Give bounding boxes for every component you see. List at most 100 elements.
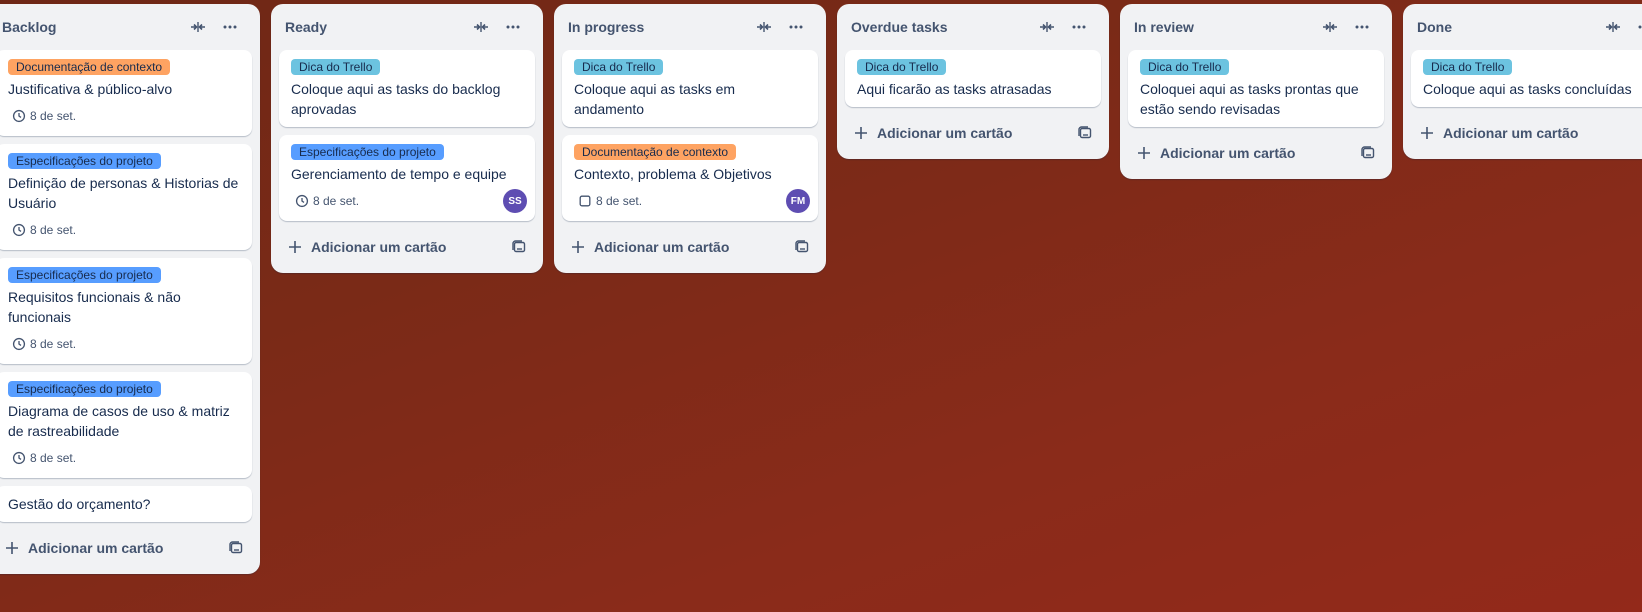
more-options-icon[interactable] — [780, 11, 812, 43]
card[interactable]: Especificações do projeto Requisitos fun… — [0, 258, 252, 364]
collapse-list-icon[interactable] — [465, 11, 497, 43]
card-label: Especificações do projeto — [8, 267, 161, 283]
due-date-badge[interactable]: 8 de set. — [574, 189, 806, 213]
card[interactable]: Especificações do projeto Diagrama de ca… — [0, 372, 252, 478]
plus-icon — [6, 542, 18, 554]
card-label: Dica do Trello — [291, 59, 381, 75]
plus-icon — [1421, 127, 1433, 139]
due-date: 8 de set. — [30, 223, 77, 237]
due-date: 8 de set. — [30, 337, 77, 351]
due-date: 8 de set. — [596, 194, 643, 208]
due-date: 8 de set. — [313, 194, 360, 208]
card-title: Requisitos funcionais & não funcionais — [8, 289, 181, 325]
card-label: Dica do Trello — [574, 59, 664, 75]
card-label: Dica do Trello — [857, 59, 947, 75]
card-title: Gerenciamento de tempo e equipe — [291, 166, 507, 182]
card-template-icon[interactable] — [794, 239, 810, 255]
clock-icon — [12, 109, 26, 123]
clock-icon — [295, 194, 309, 208]
due-date-badge[interactable]: 8 de set. — [8, 218, 240, 242]
card[interactable]: Dica do Trello Coloquei aqui as tasks pr… — [1128, 50, 1384, 127]
card-template-icon[interactable] — [1360, 145, 1376, 161]
add-card-button[interactable]: Adicionar um cartão — [1411, 115, 1642, 151]
card-title: Diagrama de casos de uso & matriz de ras… — [8, 403, 230, 439]
list-header[interactable]: Backlog — [0, 4, 252, 50]
plus-icon — [572, 241, 584, 253]
card-title: Coloque aqui as tasks em andamento — [574, 81, 736, 117]
card-label: Especificações do projeto — [8, 153, 161, 169]
card[interactable]: Especificações do projeto Definição de p… — [0, 144, 252, 250]
card[interactable]: Dica do Trello Coloque aqui as tasks do … — [279, 50, 535, 127]
card[interactable]: Especificações do projeto Gerenciamento … — [279, 135, 535, 221]
card-title: Aqui ficarão as tasks atrasadas — [857, 81, 1052, 97]
board: Backlog Documentação de contexto Justifi… — [0, 4, 1642, 574]
avatar[interactable]: FM — [786, 189, 810, 213]
list-ready: Ready Dica do Trello Coloque aqui as tas… — [271, 4, 543, 273]
checkbox-icon[interactable] — [578, 194, 592, 208]
list-header[interactable]: Done — [1411, 4, 1642, 50]
card-label: Documentação de contexto — [574, 144, 737, 160]
plus-icon — [1138, 147, 1150, 159]
list-title[interactable]: Backlog — [2, 19, 182, 35]
list-title[interactable]: In progress — [568, 19, 748, 35]
more-options-icon[interactable] — [497, 11, 529, 43]
card-title: Gestão do orçamento? — [8, 496, 151, 512]
card-template-icon[interactable] — [1077, 125, 1093, 141]
more-options-icon[interactable] — [214, 11, 246, 43]
card-template-icon[interactable] — [511, 239, 527, 255]
card-title: Coloque aqui as tasks do backlog aprovad… — [291, 81, 501, 117]
card-title: Justificativa & público-alvo — [8, 81, 173, 97]
card[interactable]: Documentação de contexto Contexto, probl… — [562, 135, 818, 221]
card[interactable]: Gestão do orçamento? — [0, 486, 252, 522]
due-date: 8 de set. — [30, 109, 77, 123]
card-label: Dica do Trello — [1423, 59, 1513, 75]
card[interactable]: Dica do Trello Coloque aqui as tasks con… — [1411, 50, 1642, 107]
add-card-label: Adicionar um cartão — [1443, 125, 1579, 141]
list-header[interactable]: Overdue tasks — [845, 4, 1101, 50]
card-title: Coloquei aqui as tasks prontas que estão… — [1140, 81, 1359, 117]
list-header[interactable]: In review — [1128, 4, 1384, 50]
add-card-label: Adicionar um cartão — [311, 239, 447, 255]
list-overdue-tasks: Overdue tasks Dica do Trello Aqui ficarã… — [837, 4, 1109, 159]
add-card-label: Adicionar um cartão — [1160, 145, 1296, 161]
list-done: Done Dica do Trello Coloque aqui as task… — [1403, 4, 1642, 159]
list-title[interactable]: Ready — [285, 19, 465, 35]
card-template-icon[interactable] — [228, 540, 244, 556]
card[interactable]: Dica do Trello Aqui ficarão as tasks atr… — [845, 50, 1101, 107]
add-card-button[interactable]: Adicionar um cartão — [845, 115, 1101, 151]
card[interactable]: Dica do Trello Coloque aqui as tasks em … — [562, 50, 818, 127]
card-label: Dica do Trello — [1140, 59, 1230, 75]
due-date-badge[interactable]: 8 de set. — [8, 446, 240, 470]
due-date-badge[interactable]: 8 de set. — [8, 104, 240, 128]
collapse-list-icon[interactable] — [1031, 11, 1063, 43]
more-options-icon[interactable] — [1629, 11, 1642, 43]
add-card-label: Adicionar um cartão — [594, 239, 730, 255]
more-options-icon[interactable] — [1063, 11, 1095, 43]
collapse-list-icon[interactable] — [1597, 11, 1629, 43]
list-header[interactable]: Ready — [279, 4, 535, 50]
clock-icon — [12, 451, 26, 465]
plus-icon — [289, 241, 301, 253]
avatar[interactable]: SS — [503, 189, 527, 213]
card[interactable]: Documentação de contexto Justificativa &… — [0, 50, 252, 136]
card-title: Coloque aqui as tasks concluídas — [1423, 81, 1632, 97]
more-options-icon[interactable] — [1346, 11, 1378, 43]
list-in-review: In review Dica do Trello Coloquei aqui a… — [1120, 4, 1392, 179]
plus-icon — [855, 127, 867, 139]
add-card-button[interactable]: Adicionar um cartão — [562, 229, 818, 265]
list-title[interactable]: Done — [1417, 19, 1597, 35]
collapse-list-icon[interactable] — [748, 11, 780, 43]
due-date-badge[interactable]: 8 de set. — [8, 332, 240, 356]
card-label: Documentação de contexto — [8, 59, 171, 75]
add-card-button[interactable]: Adicionar um cartão — [279, 229, 535, 265]
add-card-button[interactable]: Adicionar um cartão — [0, 530, 252, 566]
list-title[interactable]: Overdue tasks — [851, 19, 1031, 35]
list-backlog: Backlog Documentação de contexto Justifi… — [0, 4, 260, 574]
add-card-button[interactable]: Adicionar um cartão — [1128, 135, 1384, 171]
due-date-badge[interactable]: 8 de set. — [291, 189, 523, 213]
collapse-list-icon[interactable] — [1314, 11, 1346, 43]
add-card-label: Adicionar um cartão — [877, 125, 1013, 141]
list-title[interactable]: In review — [1134, 19, 1314, 35]
list-header[interactable]: In progress — [562, 4, 818, 50]
collapse-list-icon[interactable] — [182, 11, 214, 43]
